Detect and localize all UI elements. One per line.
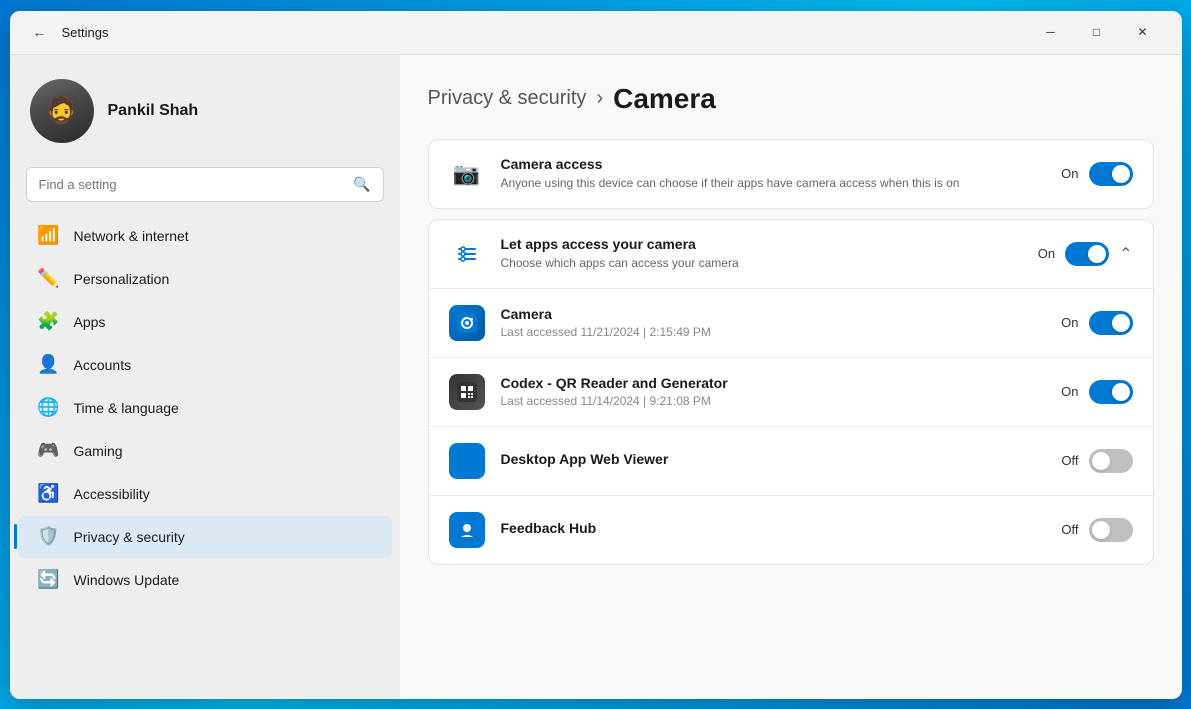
let-apps-control: On ⌃ bbox=[1038, 242, 1133, 266]
breadcrumb-current: Camera bbox=[613, 83, 716, 115]
sidebar-item-apps[interactable]: 🧩 Apps bbox=[18, 301, 392, 343]
breadcrumb: Privacy & security › Camera bbox=[428, 83, 1154, 115]
desktop-app-title: Desktop App Web Viewer bbox=[501, 451, 1046, 467]
desktop-app-toggle[interactable] bbox=[1089, 449, 1133, 473]
camera-access-control: On bbox=[1061, 162, 1132, 186]
main-content: 🧔 Pankil Shah 🔍 📶 Network & internet ✏️ … bbox=[10, 55, 1182, 699]
camera-access-toggle-label: On bbox=[1061, 166, 1078, 181]
camera-access-icon: 📷 bbox=[449, 156, 485, 192]
sidebar-item-personalization[interactable]: ✏️ Personalization bbox=[18, 258, 392, 300]
sidebar-item-label: Personalization bbox=[74, 271, 170, 287]
let-apps-card: Let apps access your camera Choose which… bbox=[428, 219, 1154, 565]
codex-app-text: Codex - QR Reader and Generator Last acc… bbox=[501, 375, 1046, 408]
privacy-icon: 🛡️ bbox=[38, 526, 60, 548]
sidebar-item-label: Privacy & security bbox=[74, 529, 185, 545]
right-panel: Privacy & security › Camera 📷 Camera acc… bbox=[400, 55, 1182, 699]
back-button[interactable]: ← bbox=[26, 18, 54, 46]
sidebar-item-time[interactable]: 🌐 Time & language bbox=[18, 387, 392, 429]
sidebar-item-label: Time & language bbox=[74, 400, 179, 416]
avatar-image: 🧔 bbox=[30, 79, 94, 143]
feedback-hub-title: Feedback Hub bbox=[501, 520, 1046, 536]
sidebar-item-update[interactable]: 🔄 Windows Update bbox=[18, 559, 392, 601]
codex-app-toggle-label: On bbox=[1061, 384, 1078, 399]
search-icon: 🔍 bbox=[353, 176, 370, 193]
desktop-app-row: Desktop App Web Viewer Off bbox=[429, 427, 1153, 496]
let-apps-title: Let apps access your camera bbox=[501, 236, 1022, 252]
feedback-hub-text: Feedback Hub bbox=[501, 520, 1046, 539]
desktop-app-icon bbox=[449, 443, 485, 479]
camera-access-card: 📷 Camera access Anyone using this device… bbox=[428, 139, 1154, 209]
feedback-hub-row: Feedback Hub Off bbox=[429, 496, 1153, 564]
update-icon: 🔄 bbox=[38, 569, 60, 591]
let-apps-text: Let apps access your camera Choose which… bbox=[501, 236, 1022, 272]
codex-app-title: Codex - QR Reader and Generator bbox=[501, 375, 1046, 391]
avatar: 🧔 bbox=[30, 79, 94, 143]
feedback-hub-control: Off bbox=[1061, 518, 1132, 542]
let-apps-toggle-label: On bbox=[1038, 246, 1055, 261]
apps-icon: 🧩 bbox=[38, 311, 60, 333]
minimize-button[interactable]: ─ bbox=[1028, 16, 1074, 48]
sidebar-item-label: Accounts bbox=[74, 357, 132, 373]
time-icon: 🌐 bbox=[38, 397, 60, 419]
personalization-icon: ✏️ bbox=[38, 268, 60, 290]
camera-app-icon bbox=[449, 305, 485, 341]
let-apps-icon bbox=[449, 236, 485, 272]
camera-app-row: Camera Last accessed 11/21/2024 | 2:15:4… bbox=[429, 289, 1153, 358]
camera-app-subtitle: Last accessed 11/21/2024 | 2:15:49 PM bbox=[501, 325, 1046, 339]
user-name: Pankil Shah bbox=[108, 102, 199, 120]
sidebar-item-privacy[interactable]: 🛡️ Privacy & security bbox=[18, 516, 392, 558]
sidebar-item-accounts[interactable]: 👤 Accounts bbox=[18, 344, 392, 386]
expand-icon[interactable]: ⌃ bbox=[1119, 244, 1132, 264]
window-title: Settings bbox=[62, 25, 1028, 40]
sidebar-item-accessibility[interactable]: ♿ Accessibility bbox=[18, 473, 392, 515]
feedback-hub-icon bbox=[449, 512, 485, 548]
sidebar-item-network[interactable]: 📶 Network & internet bbox=[18, 215, 392, 257]
let-apps-desc: Choose which apps can access your camera bbox=[501, 255, 1022, 272]
let-apps-toggle[interactable] bbox=[1065, 242, 1109, 266]
sidebar-item-gaming[interactable]: 🎮 Gaming bbox=[18, 430, 392, 472]
accessibility-icon: ♿ bbox=[38, 483, 60, 505]
camera-access-toggle[interactable] bbox=[1089, 162, 1133, 186]
feedback-hub-toggle-label: Off bbox=[1061, 522, 1078, 537]
titlebar: ← Settings ─ □ ✕ bbox=[10, 11, 1182, 55]
gaming-icon: 🎮 bbox=[38, 440, 60, 462]
breadcrumb-parent: Privacy & security bbox=[428, 87, 587, 110]
window-controls: ─ □ ✕ bbox=[1028, 16, 1166, 48]
sidebar-item-label: Accessibility bbox=[74, 486, 150, 502]
maximize-button[interactable]: □ bbox=[1074, 16, 1120, 48]
network-icon: 📶 bbox=[38, 225, 60, 247]
camera-app-title: Camera bbox=[501, 306, 1046, 322]
camera-app-toggle-label: On bbox=[1061, 315, 1078, 330]
desktop-app-toggle-label: Off bbox=[1061, 453, 1078, 468]
sidebar-item-label: Windows Update bbox=[74, 572, 180, 588]
search-box[interactable]: 🔍 bbox=[26, 167, 384, 202]
settings-window: ← Settings ─ □ ✕ 🧔 Pankil Shah 🔍 bbox=[10, 11, 1182, 699]
codex-app-row: Codex - QR Reader and Generator Last acc… bbox=[429, 358, 1153, 427]
codex-app-subtitle: Last accessed 11/14/2024 | 9:21:08 PM bbox=[501, 394, 1046, 408]
accounts-icon: 👤 bbox=[38, 354, 60, 376]
sidebar-item-label: Gaming bbox=[74, 443, 123, 459]
camera-access-desc: Anyone using this device can choose if t… bbox=[501, 175, 1046, 192]
close-button[interactable]: ✕ bbox=[1120, 16, 1166, 48]
camera-app-toggle[interactable] bbox=[1089, 311, 1133, 335]
sidebar-item-label: Apps bbox=[74, 314, 106, 330]
camera-access-text: Camera access Anyone using this device c… bbox=[501, 156, 1046, 192]
codex-app-toggle[interactable] bbox=[1089, 380, 1133, 404]
nav-list: 📶 Network & internet ✏️ Personalization … bbox=[10, 214, 400, 602]
desktop-app-control: Off bbox=[1061, 449, 1132, 473]
let-apps-row: Let apps access your camera Choose which… bbox=[429, 220, 1153, 289]
search-input[interactable] bbox=[39, 177, 346, 192]
codex-app-control: On bbox=[1061, 380, 1132, 404]
feedback-hub-toggle[interactable] bbox=[1089, 518, 1133, 542]
desktop-app-text: Desktop App Web Viewer bbox=[501, 451, 1046, 470]
codex-app-icon bbox=[449, 374, 485, 410]
camera-access-title: Camera access bbox=[501, 156, 1046, 172]
sidebar: 🧔 Pankil Shah 🔍 📶 Network & internet ✏️ … bbox=[10, 55, 400, 699]
user-profile: 🧔 Pankil Shah bbox=[10, 55, 400, 163]
breadcrumb-separator: › bbox=[596, 87, 603, 110]
camera-app-text: Camera Last accessed 11/21/2024 | 2:15:4… bbox=[501, 306, 1046, 339]
camera-access-row: 📷 Camera access Anyone using this device… bbox=[429, 140, 1153, 208]
camera-app-control: On bbox=[1061, 311, 1132, 335]
sidebar-item-label: Network & internet bbox=[74, 228, 189, 244]
